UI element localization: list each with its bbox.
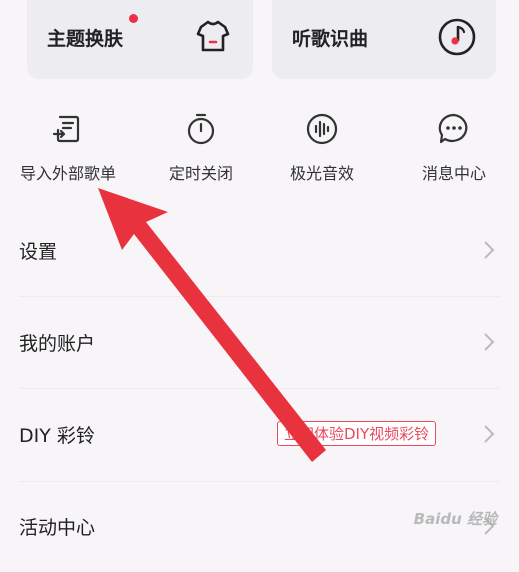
baidu-watermark: Baidu 经验 — [413, 510, 497, 528]
annotation-arrow-icon — [98, 188, 326, 462]
